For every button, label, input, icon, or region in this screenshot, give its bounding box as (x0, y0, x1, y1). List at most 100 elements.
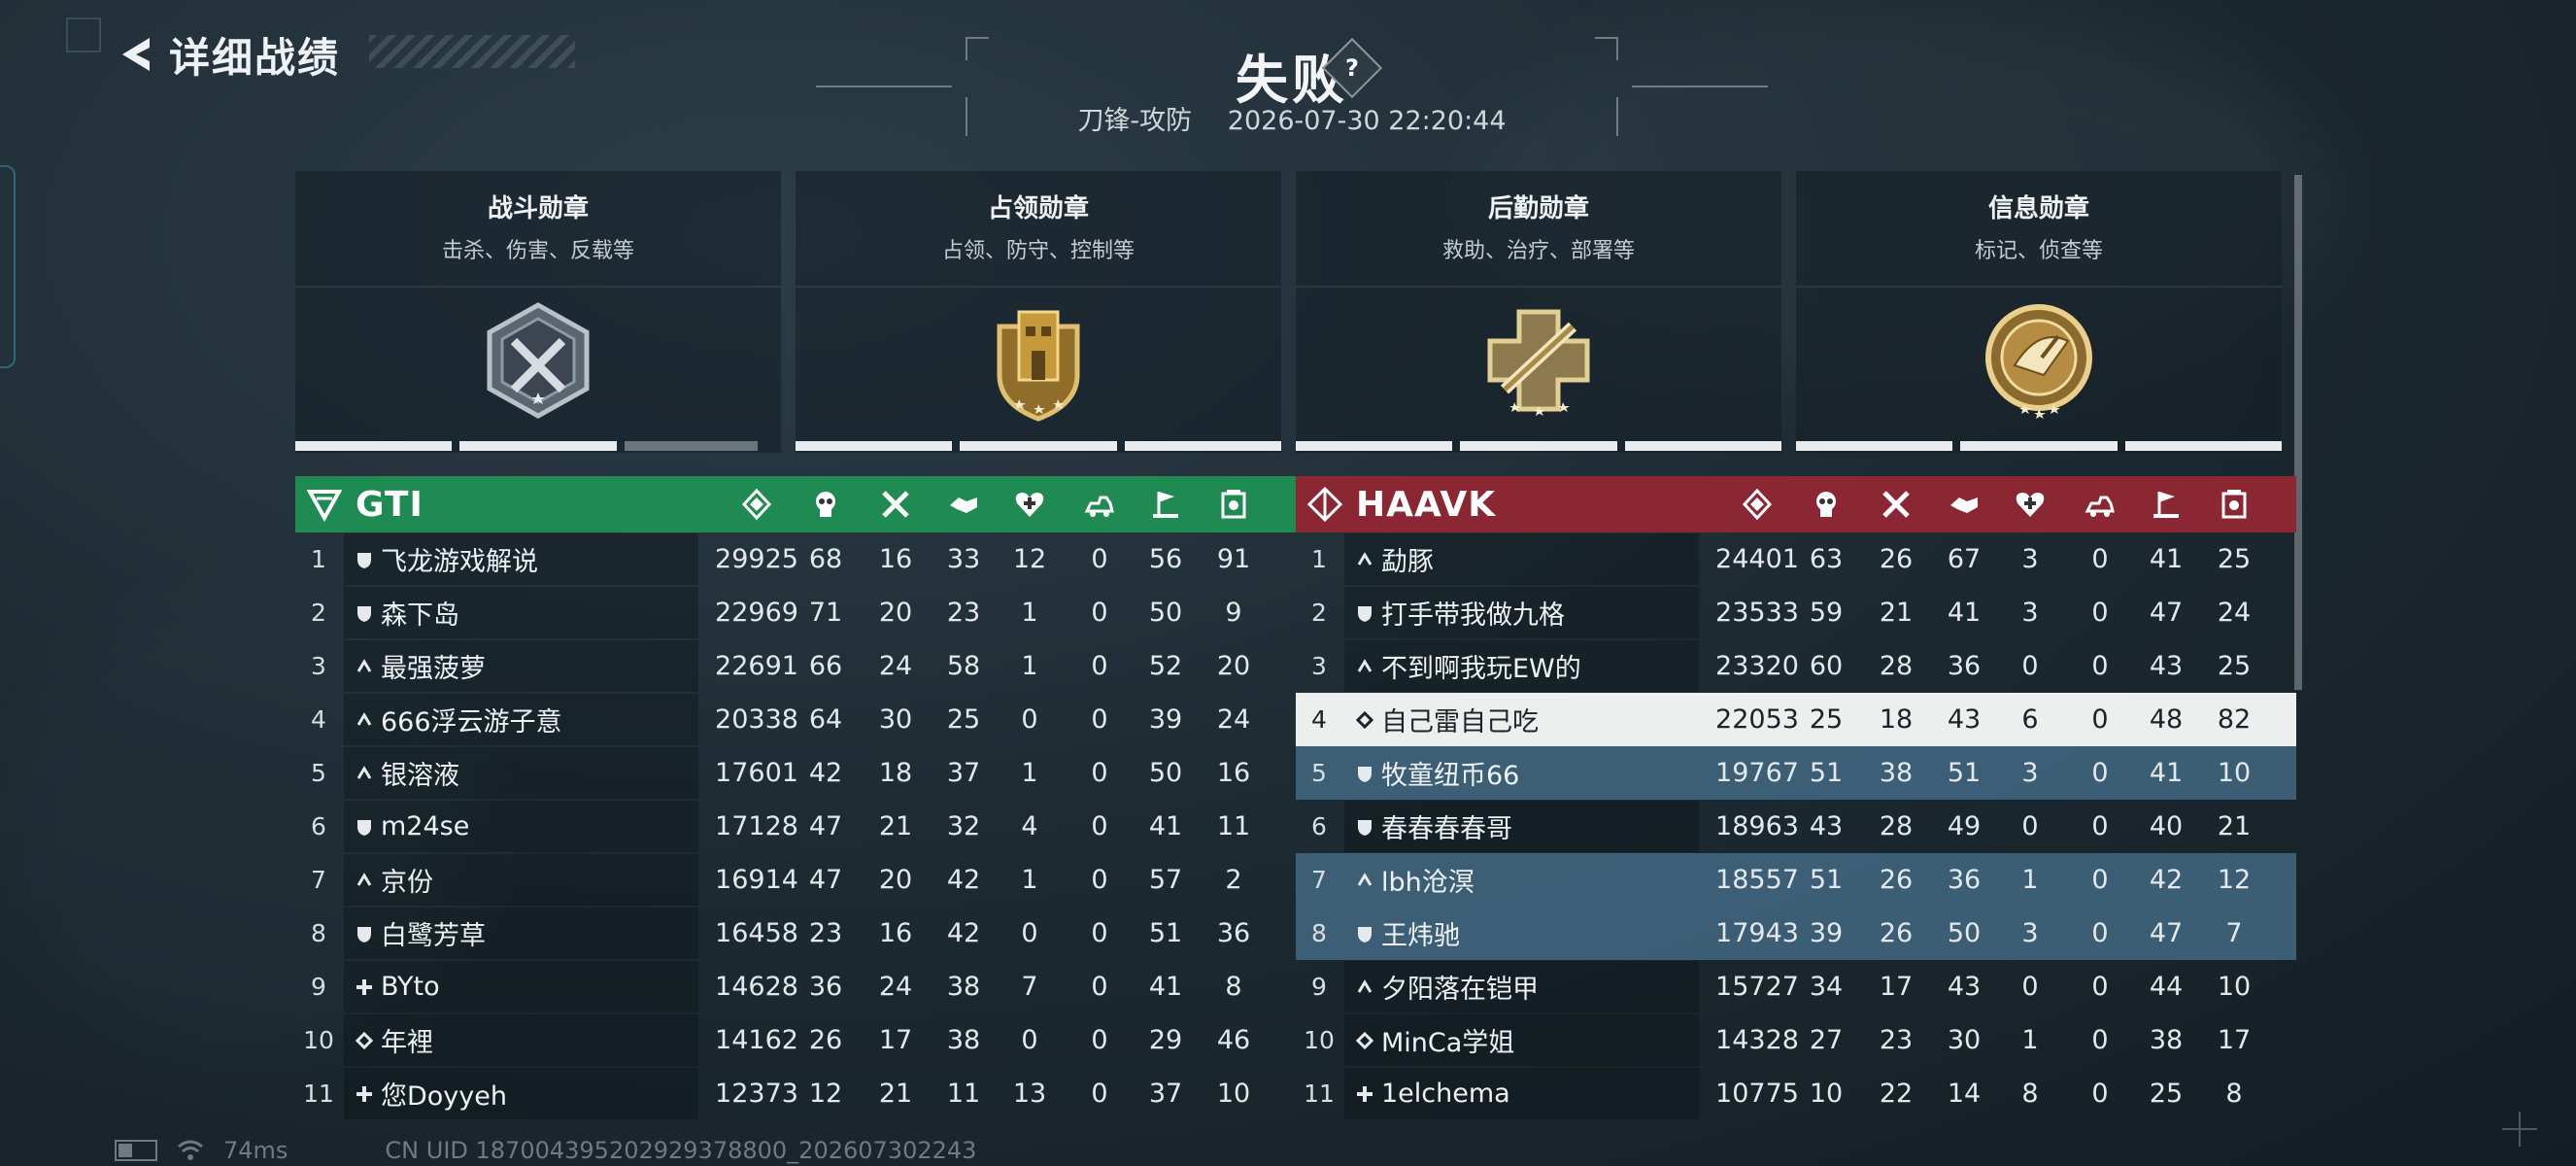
player-row[interactable]: 4 666浮云游子意 20338 64 30 25 0 0 39 24 (295, 693, 1296, 746)
player-row[interactable]: 3 不到啊我玩EW的 23320 60 28 36 0 0 43 25 (1296, 639, 2296, 693)
death-value: 21 (878, 811, 913, 841)
revive-icon (2016, 493, 2045, 517)
capture-medal-icon (997, 310, 1080, 422)
team-a-header: GTI (295, 476, 1296, 532)
player-row[interactable]: 11 您Doyyeh 12373 12 21 11 13 0 37 10 (295, 1067, 1296, 1120)
back-button[interactable]: 详细战绩 (115, 29, 340, 82)
player-row[interactable]: 8 王炜驰 17943 39 26 50 3 0 47 7 (1296, 907, 2296, 960)
rank-shield-icon (357, 605, 371, 622)
revive-value: 1 (1021, 758, 1038, 788)
player-name: 年裡 (381, 1028, 433, 1058)
death-icon (882, 491, 909, 518)
capture-value: 57 (1148, 865, 1183, 895)
side-tab[interactable] (0, 165, 16, 368)
player-name-cell: 1elchema (1344, 1068, 1699, 1119)
player-row[interactable]: 9 夕阳落在铠甲 15727 34 17 43 0 0 44 10 (1296, 960, 2296, 1013)
player-row[interactable]: 10 MinCa学姐 14328 27 23 30 1 0 38 17 (1296, 1013, 2296, 1067)
death-value: 28 (1879, 651, 1914, 681)
death-value: 21 (1879, 598, 1914, 628)
intel-value: 2 (1225, 865, 1242, 895)
rank-shield-icon (357, 926, 371, 943)
status-bar: 74ms CN UID 187004395202929378800_202607… (115, 1137, 976, 1164)
medal-progress (796, 441, 1281, 451)
player-row[interactable]: 1 飞龙游戏解说 29925 68 16 33 12 0 56 91 (295, 532, 1296, 586)
player-row[interactable]: 9 BYto 14628 36 24 38 7 0 41 8 (295, 960, 1296, 1013)
player-name: 不到啊我玩EW的 (1381, 654, 1581, 684)
player-name-cell: 自己雷自己吃 (1344, 694, 1699, 745)
player-name: 打手带我做九格 (1381, 600, 1565, 631)
battery-icon (115, 1140, 157, 1161)
kill-value: 47 (808, 865, 843, 895)
rank-shield-icon (357, 819, 371, 836)
assist-icon (1950, 497, 1978, 513)
capture-value: 29 (1148, 1025, 1183, 1055)
medal-title: 战斗勋章 (487, 194, 589, 223)
team-b-header: HAAVK (1296, 476, 2296, 532)
player-row[interactable]: 6 春春春春哥 18963 43 28 49 0 0 40 21 (1296, 800, 2296, 853)
intel-value: 25 (2217, 544, 2252, 574)
capture-icon (1153, 492, 1178, 518)
player-name-cell: MinCa学姐 (1344, 1014, 1699, 1066)
player-row[interactable]: 1 勐豚 24401 63 26 67 3 0 41 25 (1296, 532, 2296, 586)
capture-value: 38 (2149, 1025, 2184, 1055)
player-rank-index: 9 (1311, 973, 1327, 1001)
deco-line-h-right (1632, 86, 1768, 87)
kill-icon (816, 492, 835, 517)
kill-value: 71 (808, 598, 843, 628)
medal-capture[interactable]: 占领勋章 占领、防守、控制等 (796, 171, 1281, 453)
player-rank-index: 9 (311, 973, 326, 1001)
match-datetime: 2026-07-30 22:20:44 (1227, 106, 1507, 136)
player-row[interactable]: 10 年裡 14162 26 17 38 0 0 29 46 (295, 1013, 1296, 1067)
player-name-cell: lbh沧溟 (1344, 854, 1699, 906)
capture-value: 47 (2149, 598, 2184, 628)
revive-value: 1 (2021, 1025, 2039, 1055)
player-row[interactable]: 7 京份 16914 47 20 42 1 0 57 2 (295, 853, 1296, 907)
player-row[interactable]: 4 自己雷自己吃 22053 25 18 43 6 0 48 82 (1296, 693, 2296, 746)
score-icon (741, 488, 772, 521)
player-row[interactable]: 2 森下岛 22969 71 20 23 1 0 50 9 (295, 586, 1296, 639)
intel-value: 36 (1216, 918, 1251, 948)
rank-shield-icon (1358, 926, 1372, 943)
intel-value: 10 (2217, 972, 2252, 1002)
revive-value: 3 (2021, 598, 2039, 628)
player-rank-index: 4 (1311, 705, 1327, 734)
medal-desc: 击杀、伤害、反载等 (441, 239, 634, 263)
capture-value: 40 (2149, 811, 2184, 841)
capture-value: 50 (1148, 598, 1183, 628)
intel-value: 8 (1225, 972, 1242, 1002)
player-row[interactable]: 6 m24se 17128 47 21 32 4 0 41 11 (295, 800, 1296, 853)
kill-value: 39 (1809, 918, 1844, 948)
player-rank-index: 6 (311, 812, 326, 840)
rank-chevron-icon (356, 711, 372, 726)
revive-value: 3 (2021, 918, 2039, 948)
medal-intel[interactable]: 信息勋章 标记、侦查等 (1796, 171, 2282, 453)
medal-combat[interactable]: 战斗勋章 击杀、伤害、反载等 (295, 171, 781, 453)
revive-value: 0 (2021, 972, 2039, 1002)
kill-value: 25 (1809, 704, 1844, 735)
player-row[interactable]: 11 1elchema 10775 10 22 14 8 0 25 8 (1296, 1067, 2296, 1120)
player-name: 1elchema (1381, 1079, 1510, 1109)
player-row[interactable]: 5 牧童纽币66 19767 51 38 51 3 0 41 10 (1296, 746, 2296, 800)
medal-logistics[interactable]: 后勤勋章 救助、治疗、部署等 (1296, 171, 1781, 453)
player-name-cell: 银溶液 (344, 747, 698, 799)
revive-value: 0 (1021, 1025, 1038, 1055)
rank-shield-icon (357, 552, 371, 568)
player-name: 勐豚 (1381, 547, 1434, 577)
revive-value: 0 (1021, 704, 1038, 735)
revive-value: 6 (2021, 704, 2039, 735)
rank-shield-icon (1358, 819, 1372, 836)
player-name: 京份 (381, 868, 433, 898)
player-rank-index: 3 (1311, 652, 1327, 680)
death-value: 26 (1879, 544, 1914, 574)
player-row[interactable]: 3 最强菠萝 22691 66 24 58 1 0 52 20 (295, 639, 1296, 693)
capture-value: 42 (2149, 865, 2184, 895)
player-name-cell: 夕阳落在铠甲 (1344, 961, 1699, 1012)
intel-value: 24 (2217, 598, 2252, 628)
capture-value: 50 (1148, 758, 1183, 788)
player-row[interactable]: 7 lbh沧溟 18557 51 26 36 1 0 42 12 (1296, 853, 2296, 907)
player-row[interactable]: 2 打手带我做九格 23533 59 21 41 3 0 47 24 (1296, 586, 2296, 639)
player-row[interactable]: 5 银溶液 17601 42 18 37 1 0 50 16 (295, 746, 1296, 800)
vehicle-icon (2085, 496, 2115, 517)
player-row[interactable]: 8 白鹭芳草 16458 23 16 42 0 0 51 36 (295, 907, 1296, 960)
player-name-cell: 打手带我做九格 (1344, 587, 1699, 638)
